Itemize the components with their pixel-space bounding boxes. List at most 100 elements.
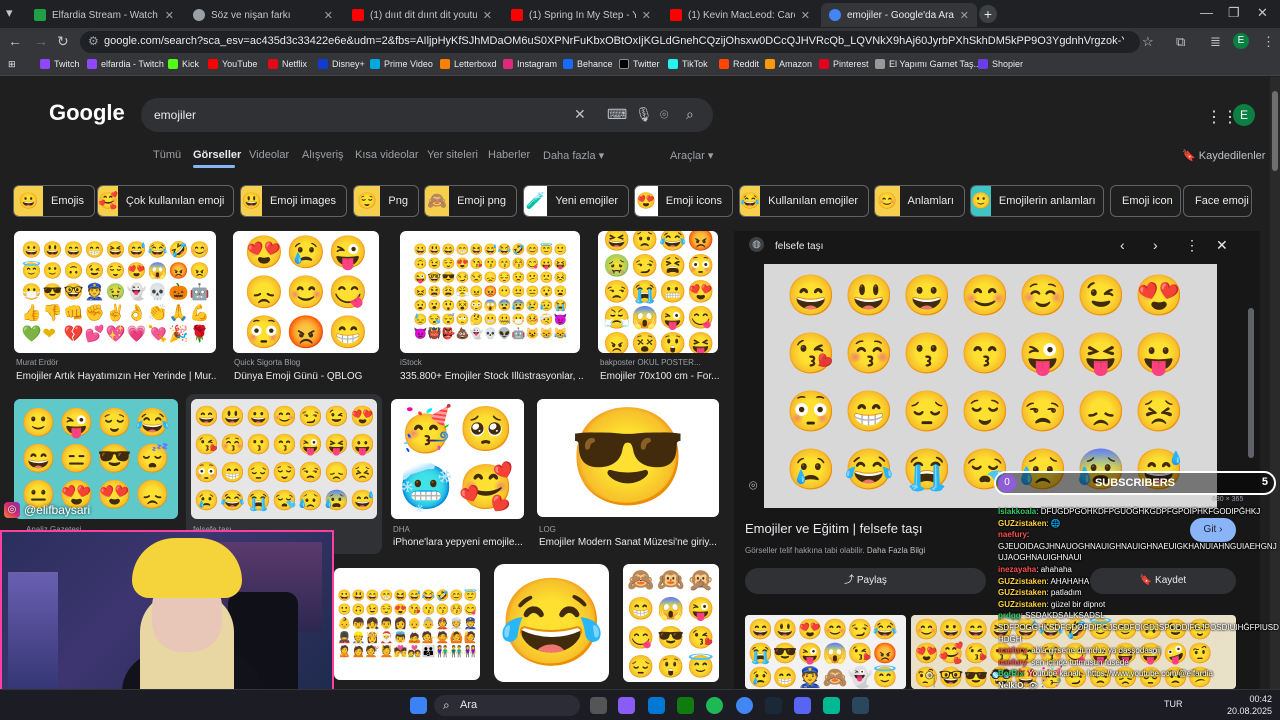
result-image-7[interactable]: 🥳 🥺 🥶 🥰 xyxy=(391,399,524,519)
result-image-11[interactable]: 🙈 🙉 🙊 😁 😱 😜 😋 😎 😘 😔 😲 😇 xyxy=(623,564,719,682)
result-image-3[interactable]: 😀 😃 😄 😁 😆 😅 😂 🤣 😊 😇 🙂 🙃 😉 😌 😍 😘 😗 😙 😚 😋 😛 😝 😜 🤓 😎 😏 😒 😞 😔 😟 😕 🙁 😣 😖 😫 😩 😤… xyxy=(400,231,580,353)
scrollbar-thumb[interactable] xyxy=(1272,91,1278,171)
app-icon[interactable] xyxy=(823,697,840,714)
bookmark-letterboxd[interactable]: Letterboxd xyxy=(440,59,497,69)
google-logo[interactable]: Google xyxy=(49,100,125,126)
close-icon[interactable]: ✕ xyxy=(1216,237,1228,254)
clear-icon[interactable]: ✕ xyxy=(574,106,586,123)
tab-search-icon[interactable]: ▾ xyxy=(6,5,13,21)
bookmark-tiktok[interactable]: TikTok xyxy=(668,59,708,69)
back-icon[interactable]: ← xyxy=(8,33,22,49)
forward-icon[interactable]: → xyxy=(34,33,48,49)
close-icon[interactable]: ✕ xyxy=(801,9,810,22)
tab-youtube-2[interactable]: (1) Spring In My Step - YouTub ✕ xyxy=(503,3,659,27)
result-caption[interactable]: 335.800+ Emojiler Stock İllüstrasyonlar,… xyxy=(400,371,584,382)
bookmark-twitter[interactable]: Twitter xyxy=(619,59,660,69)
bookmark-netflix[interactable]: Netflix xyxy=(268,59,307,69)
search-input[interactable]: emojiler xyxy=(154,108,196,122)
bookmark-kick[interactable]: Kick xyxy=(168,59,199,69)
tab-all[interactable]: Tümü xyxy=(153,149,181,161)
chip-emojilerin-anlamlari[interactable]: 🙂 Emojilerin anlamları xyxy=(970,185,1104,217)
previous-arrow-icon[interactable]: ‹ xyxy=(1120,237,1125,253)
xbox-icon[interactable] xyxy=(677,697,694,714)
tab-youtube-3[interactable]: (1) Kevin MacLeod: Carefree [1 ✕ xyxy=(662,3,818,27)
bookmark-reddit[interactable]: Reddit xyxy=(719,59,759,69)
bookmark-youtube[interactable]: YouTube xyxy=(208,59,257,69)
apps-grid-icon[interactable]: ⊞ xyxy=(8,59,16,70)
chip-face-emoji[interactable]: Face emoji xyxy=(1183,185,1252,217)
bookmark-pinterest[interactable]: Pinterest xyxy=(819,59,869,69)
lens-camera-icon[interactable]: ⌾ xyxy=(660,106,668,123)
result-image-6-selected[interactable]: 😄 😃 😀 😊 😏 😉 😍 😘 😚 😗 😙 😜 😝 😛 😳 😁 😔 😌 😒 😞 😣 😢 😂 😭 😪 😥 😰 😅 xyxy=(191,399,377,519)
tab-google-active[interactable]: emojiler - Google'da Ara ✕ xyxy=(821,3,977,27)
tab-soz-nisan[interactable]: Söz ve nişan farkı ✕ xyxy=(185,3,341,27)
bookmark-twitch[interactable]: Twitch xyxy=(40,59,80,69)
menu-kebab-icon[interactable]: ⋮ xyxy=(1262,34,1275,50)
language-indicator[interactable]: TUR xyxy=(1164,699,1183,709)
site-info-icon[interactable]: ⚙ xyxy=(88,34,99,48)
learn-more-link[interactable]: Daha Fazla Bilgi xyxy=(867,546,925,555)
microphone-icon[interactable]: 🎙 xyxy=(635,106,653,123)
chip-emoji-png[interactable]: 🙈 Emoji png xyxy=(424,185,517,217)
tab-news[interactable]: Haberler xyxy=(488,149,530,161)
tab-elfardia[interactable]: Elfardia Stream - Watch Live o ✕ xyxy=(26,3,182,27)
tab-youtube-1[interactable]: (1) dıııt dit dıınt dit youtuber m ✕ xyxy=(344,3,500,27)
chip-anlamlari[interactable]: 😊 Anlamları xyxy=(874,185,965,217)
minimize-icon[interactable]: — xyxy=(1200,5,1213,20)
result-image-5[interactable]: 🙂 😜 😌 😂 😄 😑 😎 😴 😐 😍 😍 😞 xyxy=(14,399,178,519)
copilot-icon[interactable] xyxy=(618,697,635,714)
chip-emoji-icons[interactable]: 😍 Emoji icons xyxy=(634,185,733,217)
panel-scrollbar[interactable] xyxy=(1248,308,1254,458)
result-image-8[interactable]: 😎 xyxy=(537,399,719,517)
search-icon[interactable]: ⌕ xyxy=(686,106,694,123)
result-caption[interactable]: Emojiler Modern Sanat Müzesi'ne giriy... xyxy=(539,537,719,548)
new-tab-button[interactable]: + xyxy=(979,5,997,23)
chip-kullanilan-emojiler[interactable]: 😂 Kullanılan emojiler xyxy=(739,185,869,217)
close-icon[interactable]: ✕ xyxy=(642,9,651,22)
reload-icon[interactable]: ↻ xyxy=(57,33,69,50)
window-close-icon[interactable]: ✕ xyxy=(1257,5,1268,21)
steam-icon[interactable] xyxy=(765,697,782,714)
tab-shopping[interactable]: Alışveriş xyxy=(302,149,344,161)
saved-link[interactable]: 🔖 Kaydedilenler xyxy=(1182,149,1265,162)
keyboard-icon[interactable]: ⌨ xyxy=(607,106,627,123)
bookmark-behance[interactable]: Behance xyxy=(563,59,613,69)
result-image-2[interactable]: 😍 😢 😜 😞 😊 😋 😳 😡 😁 xyxy=(233,231,379,353)
close-icon[interactable]: ✕ xyxy=(165,9,174,22)
chip-emojis[interactable]: 😀 Emojis xyxy=(13,185,95,217)
extensions-icon[interactable]: ⧉ xyxy=(1176,34,1185,50)
bookmark-elfardia-twitch[interactable]: elfardia - Twitch xyxy=(87,59,164,69)
taskbar-search[interactable]: ⌕ Ara xyxy=(434,695,580,716)
outlook-icon[interactable] xyxy=(648,697,665,714)
more-options-icon[interactable]: ⋮ xyxy=(1185,237,1199,254)
windows-start-icon[interactable] xyxy=(410,697,427,714)
bookmark-star-icon[interactable]: ☆ xyxy=(1142,34,1154,50)
close-icon[interactable]: ✕ xyxy=(960,9,969,22)
result-caption[interactable]: Dünya Emoji Günü - QBLOG xyxy=(234,371,384,382)
result-image-9[interactable]: 😀 😃 😄 😁 😆 😅 😂 🤣 😊 😇 🙂 🙃 😉 😌 😍 😘 😗 😙 😚 😋 👶 👦 👧 👨 👩 👴 👵 👲 👳 👮 💂 👷 👸 🎅 👼 🙇 💁… xyxy=(334,568,480,680)
tab-web[interactable]: Yer siteleri xyxy=(427,149,478,161)
system-clock[interactable]: 00:42 20.08.2025 xyxy=(1212,693,1272,717)
bookmark-shopier[interactable]: Shopier xyxy=(978,59,1023,69)
chip-emoji-images[interactable]: 😃 Emoji images xyxy=(240,185,347,217)
close-icon[interactable]: ✕ xyxy=(483,9,492,22)
result-caption[interactable]: Emojiler Artık Hayatımızın Her Yerinde |… xyxy=(16,371,216,382)
tools-button[interactable]: Araçlar ▾ xyxy=(670,149,713,162)
result-image-4[interactable]: 😆 😟 😂 😡 🤢 😏 😫 😳 😒 😭 😬 😍 😤 😱 😜 😋 😠 😵 😲 😝 xyxy=(598,231,718,353)
lens-search-icon[interactable]: ⌾ xyxy=(749,477,757,494)
preview-site-name[interactable]: felsefe taşı xyxy=(775,241,823,252)
bookmark-prime-video[interactable]: Prime Video xyxy=(370,59,433,69)
result-image-1[interactable]: 😀 😃 😄 😁 😆 😅 😂 🤣 😊 😇 🙂 🙃 😉 😌 😍 😱 😡 😠 😷 😎 🤓 👮 🤢 👻 💀 🎃 🤖 👍 👎 👊 ✊ ✌ 👌 👏 🙏 💪 … xyxy=(14,231,216,353)
next-arrow-icon[interactable]: › xyxy=(1153,237,1158,253)
account-avatar[interactable]: E xyxy=(1233,104,1255,126)
close-icon[interactable]: ✕ xyxy=(324,9,333,22)
search-box[interactable]: emojiler ✕ ⌨ 🎙 ⌾ ⌕ xyxy=(141,98,713,132)
chip-emoji-icon[interactable]: Emoji icon xyxy=(1110,185,1181,217)
spotify-icon[interactable] xyxy=(706,697,723,714)
tab-short-videos[interactable]: Kısa videolar xyxy=(355,149,419,161)
bookmark-disney[interactable]: Disney+ xyxy=(318,59,365,69)
profile-avatar[interactable]: E xyxy=(1233,33,1249,49)
related-image-1[interactable]: 😄😃😍😊😏😂😭😎😜😱😘😡😢😁👮🙈👻😇😴 xyxy=(745,615,906,689)
share-button[interactable]: ⤴ Paylaş xyxy=(745,568,986,594)
tab-images[interactable]: Görseller xyxy=(193,149,241,161)
